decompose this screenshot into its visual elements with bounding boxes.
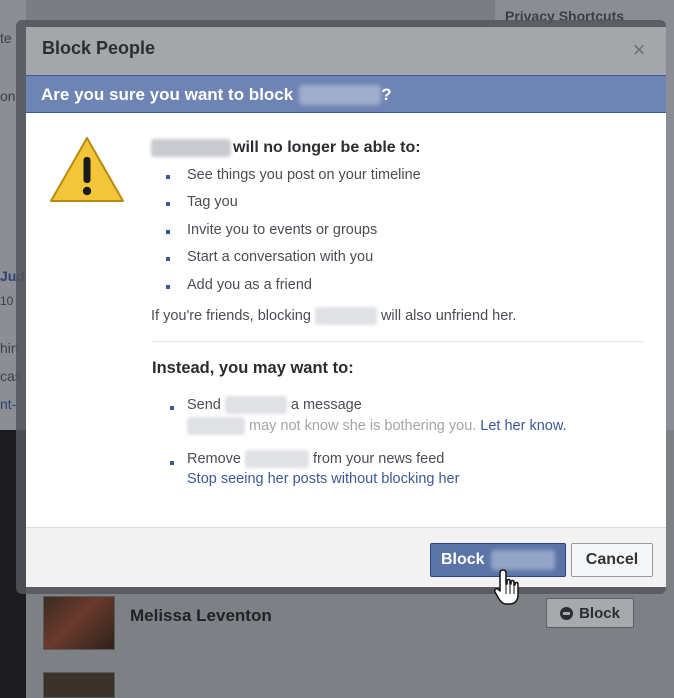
background-right-lower bbox=[666, 430, 674, 698]
unfriend-note-suffix: will also unfriend her. bbox=[380, 308, 517, 324]
row-block-button[interactable]: Block bbox=[546, 598, 634, 628]
person-name[interactable]: Melissa Leventon bbox=[130, 606, 272, 626]
redacted-name bbox=[245, 450, 309, 468]
close-icon[interactable]: × bbox=[626, 37, 652, 63]
redacted-name bbox=[224, 396, 287, 414]
avatar[interactable] bbox=[43, 596, 115, 650]
bullet-icon bbox=[166, 257, 170, 261]
send-label-suffix: a message bbox=[290, 397, 362, 413]
stop-seeing-posts-link[interactable]: Stop seeing her posts without blocking h… bbox=[187, 471, 459, 487]
redacted-name bbox=[490, 550, 555, 570]
remove-label: Remove bbox=[187, 451, 241, 467]
bullet-icon bbox=[170, 461, 174, 465]
background-fragment: nt- bbox=[0, 396, 17, 412]
warning-icon bbox=[50, 137, 124, 202]
background-fragment: on bbox=[0, 88, 16, 104]
hand-cursor-icon bbox=[494, 569, 519, 605]
question-suffix: ? bbox=[381, 85, 392, 104]
blocked-list-row: Melissa Leventon Block bbox=[40, 594, 640, 654]
remove-label-suffix: from your news feed bbox=[313, 451, 445, 467]
cancel-button[interactable]: Cancel bbox=[571, 543, 653, 577]
list-item-text: Start a conversation with you bbox=[187, 249, 374, 265]
bullet-icon bbox=[170, 406, 174, 410]
list-item-text: Invite you to events or groups bbox=[187, 222, 378, 238]
bullet-icon bbox=[166, 285, 170, 289]
list-item-text: Add you as a friend bbox=[187, 277, 312, 293]
minus-circle-icon bbox=[560, 606, 574, 620]
list-item-text: Tag you bbox=[187, 194, 238, 210]
avatar[interactable] bbox=[43, 672, 115, 698]
confirmation-question: Are you sure you want to block ? bbox=[41, 85, 392, 105]
dialog-footer: Block Cancel bbox=[26, 527, 666, 587]
consequences-heading: will no longer be able to: bbox=[151, 139, 421, 157]
dialog-header: Block People × bbox=[26, 27, 666, 75]
remove-from-feed-option: Remove from your news feed bbox=[187, 450, 444, 468]
row-block-label: Block bbox=[579, 604, 620, 622]
section-divider bbox=[151, 341, 643, 342]
question-prefix: Are you sure you want to block bbox=[41, 85, 294, 104]
redacted-name bbox=[187, 417, 245, 435]
send-message-detail: may not know she is bothering you. Let h… bbox=[187, 417, 567, 435]
unfriend-note-prefix: If you're friends, blocking bbox=[151, 308, 311, 324]
send-label: Send bbox=[187, 397, 221, 413]
redacted-name bbox=[314, 307, 377, 325]
list-item-text: See things you post on your timeline bbox=[187, 167, 421, 183]
redacted-name bbox=[151, 139, 231, 157]
background-fragment: te bbox=[0, 30, 12, 46]
let-her-know-link[interactable]: Let her know. bbox=[480, 418, 566, 434]
bullet-icon bbox=[166, 175, 170, 179]
send-message-option: Send a message bbox=[187, 396, 362, 414]
block-people-dialog: Block People × Are you sure you want to … bbox=[26, 27, 666, 587]
bullet-icon bbox=[166, 230, 170, 234]
background-fragment: 10 bbox=[0, 294, 14, 308]
unfriend-note: If you're friends, blocking will also un… bbox=[151, 307, 516, 325]
confirm-block-label: Block bbox=[441, 551, 485, 568]
redacted-name bbox=[299, 85, 382, 105]
bullet-icon bbox=[166, 202, 170, 206]
alternatives-heading: Instead, you may want to: bbox=[152, 359, 354, 377]
consequences-heading-text: will no longer be able to: bbox=[233, 139, 421, 156]
dialog-title: Block People bbox=[42, 38, 156, 58]
confirmation-bar: Are you sure you want to block ? bbox=[26, 75, 666, 113]
send-detail-text: may not know she is bothering you. bbox=[249, 418, 477, 434]
